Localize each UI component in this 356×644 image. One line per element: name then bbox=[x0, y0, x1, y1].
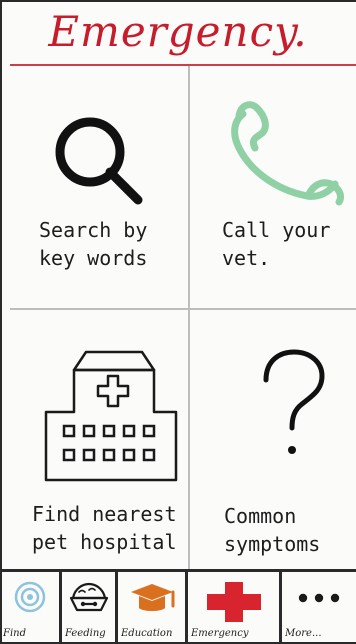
nav-item-more[interactable]: More... bbox=[282, 572, 356, 644]
hospital-tile[interactable]: Find nearest pet hospital bbox=[10, 310, 188, 569]
nav-label-feeding: Feeding bbox=[65, 628, 106, 639]
nav-item-education[interactable]: Education bbox=[118, 572, 188, 644]
nav-label-education: Education bbox=[121, 628, 173, 639]
hospital-tile-label: Find nearest pet hospital bbox=[32, 502, 177, 554]
location-target-icon bbox=[14, 581, 45, 613]
symptoms-tile[interactable]: Common symptoms bbox=[190, 310, 356, 569]
pet-bowl-icon bbox=[69, 582, 108, 612]
bottom-navigation: Find Feeding Education Emergency More... bbox=[0, 569, 356, 644]
emergency-grid: Search by key words Call your vet. Find … bbox=[10, 66, 356, 569]
nav-item-emergency[interactable]: Emergency bbox=[188, 572, 282, 644]
header: Emergency. bbox=[0, 0, 356, 66]
phone-icon bbox=[231, 101, 345, 206]
hospital-icon bbox=[44, 350, 178, 482]
nav-label-more: More... bbox=[285, 628, 322, 639]
red-cross-icon bbox=[206, 582, 261, 622]
question-icon bbox=[263, 349, 325, 454]
call-vet-tile-label: Call your vet. bbox=[222, 218, 331, 270]
nav-label-find: Find bbox=[3, 628, 26, 639]
search-tile-label: Search by key words bbox=[39, 218, 148, 270]
nav-item-find[interactable]: Find bbox=[0, 572, 62, 644]
page-title: Emergency. bbox=[48, 6, 308, 56]
call-vet-tile[interactable]: Call your vet. bbox=[190, 66, 356, 308]
search-icon bbox=[55, 117, 143, 205]
nav-label-emergency: Emergency bbox=[191, 628, 249, 639]
nav-item-feeding[interactable]: Feeding bbox=[62, 572, 118, 644]
search-tile[interactable]: Search by key words bbox=[10, 66, 188, 308]
dots-icon bbox=[298, 593, 340, 603]
graduation-cap-icon bbox=[130, 584, 174, 611]
symptoms-tile-label: Common symptoms bbox=[224, 504, 321, 556]
